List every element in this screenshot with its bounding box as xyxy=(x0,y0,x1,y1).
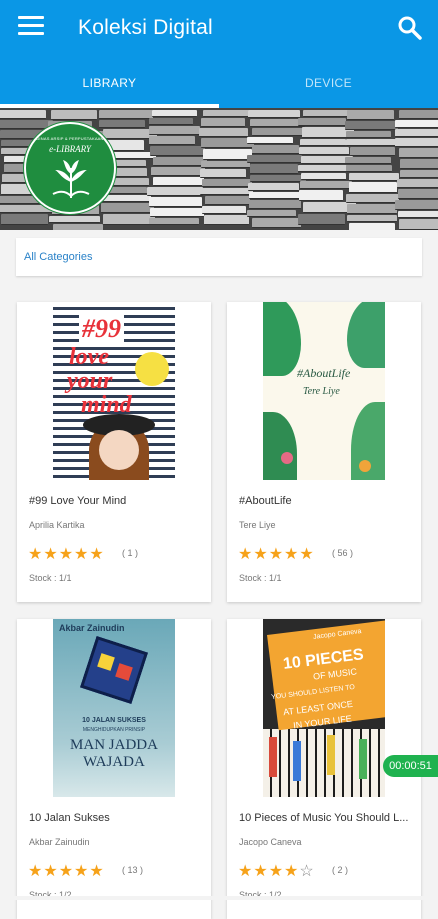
book-cover: #AboutLife Tere Liye xyxy=(263,302,385,480)
elibrary-logo: DINAS ARSIP & PERPUSTAKAAN e-LIBRARY xyxy=(24,122,116,214)
review-count: ( 2 ) xyxy=(332,865,349,875)
review-count: ( 56 ) xyxy=(332,548,354,558)
book-title: #99 Love Your Mind xyxy=(29,495,127,507)
all-categories-label[interactable]: All Categories xyxy=(24,251,92,263)
book-card[interactable]: #99 love your mind #99 Love Your Mind Ap… xyxy=(17,302,211,602)
tab-device[interactable]: DEVICE xyxy=(219,60,438,108)
book-card[interactable]: #AboutLife Tere Liye #AboutLife Tere Liy… xyxy=(227,302,421,602)
book-cover: Jacopo Caneva 10 PIECES OF MUSIC YOU SHO… xyxy=(263,619,385,797)
book-cover: Akbar Zainudin 10 JALAN SUKSES MENGHIDUP… xyxy=(53,619,175,797)
menu-icon[interactable] xyxy=(18,16,44,40)
book-author: Jacopo Caneva xyxy=(239,837,302,847)
rating-stars: ★★★★★ xyxy=(28,546,105,563)
book-author: Tere Liye xyxy=(239,520,276,530)
app-title: Koleksi Digital xyxy=(78,16,213,39)
rating-stars: ★★★★★ xyxy=(28,863,105,880)
app-bar: Koleksi Digital LIBRARY DEVICE xyxy=(0,0,438,108)
session-timer-badge[interactable]: 00:00:51 xyxy=(383,755,438,777)
book-cover: #99 love your mind xyxy=(53,302,175,480)
review-count: ( 1 ) xyxy=(122,548,139,558)
tab-library[interactable]: LIBRARY xyxy=(0,60,219,108)
stock-label: Stock : 1/1 xyxy=(239,573,282,583)
book-title: #AboutLife xyxy=(239,495,292,507)
review-count: ( 13 ) xyxy=(122,865,144,875)
book-title: 10 Pieces of Music You Should L... xyxy=(239,812,409,824)
rating-stars: ★★★★★ xyxy=(238,546,315,563)
category-filter[interactable]: All Categories xyxy=(16,238,422,276)
book-author: Akbar Zainudin xyxy=(29,837,90,847)
bottom-edge xyxy=(0,896,438,900)
stock-label: Stock : 1/1 xyxy=(29,573,72,583)
tab-bar: LIBRARY DEVICE xyxy=(0,60,438,108)
book-card[interactable]: Akbar Zainudin 10 JALAN SUKSES MENGHIDUP… xyxy=(17,619,211,919)
book-title: 10 Jalan Sukses xyxy=(29,812,110,824)
rating-stars: ★★★★☆ xyxy=(238,863,315,880)
search-icon[interactable] xyxy=(396,14,424,42)
book-author: Aprilia Kartika xyxy=(29,520,85,530)
